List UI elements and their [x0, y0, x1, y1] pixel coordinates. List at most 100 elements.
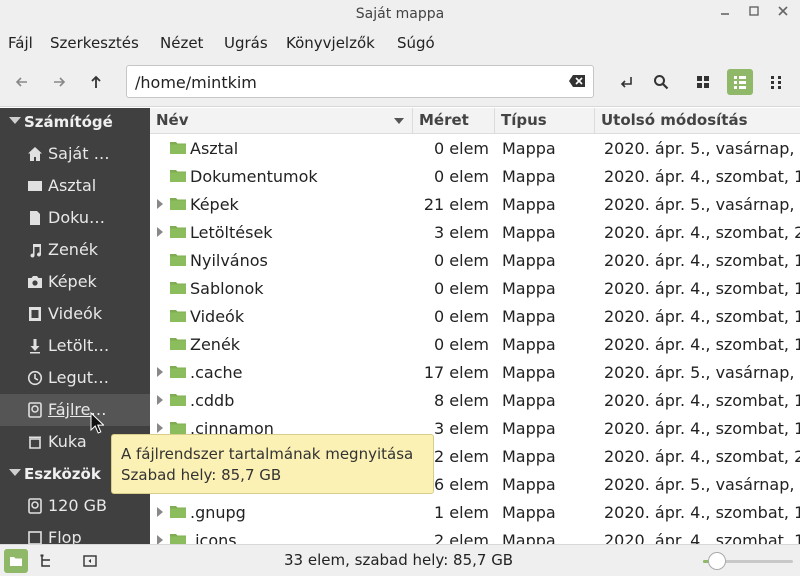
show-treeview-button[interactable]	[34, 549, 58, 573]
tree-icon	[40, 554, 50, 567]
expander-arrow-icon[interactable]	[157, 535, 163, 544]
menu-bookmarks[interactable]: Könyvjelzők	[286, 34, 375, 52]
sidebar-item-recent[interactable]: Legutóbbi	[0, 362, 150, 394]
file-size: 1 elem	[434, 503, 489, 522]
expander-arrow-icon[interactable]	[157, 367, 163, 377]
menu-help[interactable]: Súgó	[397, 34, 435, 52]
file-modified: 2020. ápr. 4., szombat, 22	[604, 223, 800, 242]
menu-edit[interactable]: Szerkesztés	[50, 34, 139, 52]
file-row[interactable]: Képek 21 elem Mappa 2020. ápr. 5., vasárnap…	[150, 190, 800, 218]
file-name: .cddb	[190, 391, 235, 410]
file-type: Mappa	[502, 195, 556, 214]
sidebar-item-label: Zenék	[48, 240, 99, 259]
menu-file[interactable]: Fájl	[8, 34, 33, 52]
minimize-button[interactable]	[716, 5, 734, 23]
compact-list-icon	[771, 76, 781, 89]
file-type: Mappa	[502, 307, 556, 326]
sidebar-item-downloads[interactable]: Letöltések	[0, 330, 150, 362]
file-name: .icons	[190, 531, 237, 544]
file-row[interactable]: Nyilvános 0 elem Mappa 2020. ápr. 4., szomb…	[150, 246, 800, 274]
file-row[interactable]: Sablonok 0 elem Mappa 2020. ápr. 4., szomba…	[150, 274, 800, 302]
sidebar-item-floppy[interactable]: Flop	[0, 522, 150, 544]
expand-arrow-icon	[9, 469, 21, 476]
sidebar-item-label: Kuka	[48, 432, 87, 451]
file-size: 0 elem	[434, 139, 489, 158]
file-modified: 2020. ápr. 4., szombat, 18	[604, 419, 800, 438]
folder-icon	[170, 366, 186, 378]
document-icon	[30, 211, 40, 225]
expander-arrow-icon[interactable]	[157, 423, 163, 433]
file-row[interactable]: Letöltések 3 elem Mappa 2020. ápr. 4., szom…	[150, 218, 800, 246]
icon-view-button[interactable]	[690, 69, 716, 95]
downloads-folder-icon	[170, 226, 186, 238]
sidebar-item-volume[interactable]: 120 GB	[0, 490, 150, 522]
mouse-cursor-icon	[90, 412, 104, 434]
file-size: 8 elem	[434, 391, 489, 410]
forward-button[interactable]	[46, 69, 72, 95]
file-modified: 2020. ápr. 4., szombat, 18	[604, 167, 800, 186]
drive-icon	[28, 402, 42, 418]
expander-arrow-icon[interactable]	[157, 395, 163, 405]
file-name: Képek	[190, 195, 239, 214]
column-size-label: Méret	[419, 111, 469, 129]
menu-view[interactable]: Nézet	[160, 34, 203, 52]
sidebar-item-documents[interactable]: Dokumentumok	[0, 202, 150, 234]
sidebar-item-pictures[interactable]: Képek	[0, 266, 150, 298]
location-bar[interactable]	[126, 65, 594, 98]
list-view-button[interactable]	[727, 69, 753, 95]
floppy-icon	[28, 531, 42, 544]
arrow-up-icon	[91, 75, 101, 88]
file-row[interactable]: Dokumentumok 0 elem Mappa 2020. ápr. 4., sz…	[150, 162, 800, 190]
file-size: 3 elem	[434, 223, 489, 242]
toggle-location-button[interactable]	[613, 69, 639, 95]
grid-icon	[697, 76, 709, 88]
expander-arrow-icon[interactable]	[157, 199, 163, 209]
file-name: Sablonok	[190, 279, 264, 298]
file-type: Mappa	[502, 363, 556, 382]
file-row[interactable]: .icons 2 elem Mappa 2020. ápr. 4., szombat,…	[150, 526, 800, 544]
search-button[interactable]	[648, 69, 674, 95]
sidebar-item-label: Saját mappa	[48, 144, 112, 163]
back-button[interactable]	[9, 69, 35, 95]
sidebar-item-music[interactable]: Zenék	[0, 234, 150, 266]
tooltip: A fájlrendszer tartalmának megnyitása Sz…	[111, 434, 434, 494]
file-name: Videók	[190, 307, 245, 326]
file-row[interactable]: .cache 17 elem Mappa 2020. ápr. 5., vasárna…	[150, 358, 800, 386]
public-folder-icon	[170, 254, 186, 266]
file-modified: 2020. ápr. 4., szombat, 23	[604, 447, 800, 466]
file-row[interactable]: Videók 0 elem Mappa 2020. ápr. 4., szombat,…	[150, 302, 800, 330]
up-button[interactable]	[83, 69, 109, 95]
close-button[interactable]	[774, 5, 792, 23]
hide-sidebar-button[interactable]	[78, 549, 102, 573]
sidebar-item-label: Videók	[48, 304, 103, 323]
menu-go[interactable]: Ugrás	[224, 34, 268, 52]
column-name[interactable]: Név	[150, 108, 413, 134]
expander-arrow-icon[interactable]	[157, 227, 163, 237]
column-size[interactable]: Méret	[413, 108, 495, 134]
file-modified: 2020. ápr. 5., vasárnap, 13	[604, 195, 800, 214]
file-type: Mappa	[502, 391, 556, 410]
clear-location-icon[interactable]	[568, 73, 586, 91]
show-places-button[interactable]	[4, 549, 28, 573]
location-input[interactable]	[135, 71, 555, 93]
column-modified[interactable]: Utolsó módosítás	[595, 108, 800, 134]
file-row[interactable]: .gnupg 1 elem Mappa 2020. ápr. 4., szombat,…	[150, 498, 800, 526]
sidebar-item-desktop[interactable]: Asztal	[0, 170, 150, 202]
list-icon	[734, 76, 746, 89]
sort-descending-icon	[394, 118, 404, 124]
maximize-button[interactable]	[745, 5, 763, 23]
sidebar-section-computer[interactable]: Számítógé	[0, 108, 150, 136]
expand-arrow-icon	[9, 117, 21, 124]
file-row[interactable]: .cddb 8 elem Mappa 2020. ápr. 4., szombat, …	[150, 386, 800, 414]
zoom-slider-thumb[interactable]	[707, 552, 726, 570]
file-row[interactable]: Asztal 0 elem Mappa 2020. ápr. 5., vasárnap…	[150, 134, 800, 162]
sidebar-item-videos[interactable]: Videók	[0, 298, 150, 330]
column-type[interactable]: Típus	[495, 108, 595, 134]
file-type: Mappa	[502, 279, 556, 298]
file-row[interactable]: Zenék 0 elem Mappa 2020. ápr. 4., szombat, …	[150, 330, 800, 358]
expander-arrow-icon[interactable]	[157, 507, 163, 517]
sidebar-item-home[interactable]: Saját mappa	[0, 138, 150, 170]
sidebar-item-filesystem[interactable]: Fájlrendszer	[0, 394, 150, 426]
compact-view-button[interactable]	[764, 69, 790, 95]
file-name: Asztal	[190, 139, 239, 158]
